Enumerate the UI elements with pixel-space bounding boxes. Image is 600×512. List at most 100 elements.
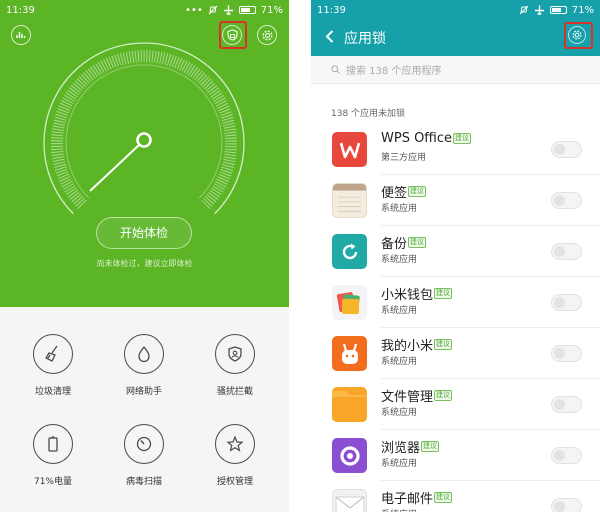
search-icon [331, 65, 340, 74]
status-time: 11:39 [317, 4, 346, 16]
list-item[interactable]: 电子邮件建议 系统应用 [311, 481, 600, 512]
airplane-icon [223, 5, 233, 15]
app-name: 我的小米 [381, 339, 434, 354]
recommend-badge: 建议 [421, 441, 440, 452]
browser-icon [332, 438, 367, 473]
app-name: WPS Office [381, 131, 453, 146]
tile-permission-manage[interactable]: 授权管理 [190, 424, 280, 487]
wallet-icon [332, 285, 367, 320]
drop-icon [124, 334, 164, 374]
tile-harassment-block[interactable]: 骚扰拦截 [190, 334, 280, 397]
broom-icon [33, 334, 73, 374]
app-name: 电子邮件 [381, 492, 434, 507]
list-item[interactable]: 浏览器 建议 系统应用 [311, 430, 600, 481]
list-item[interactable]: 便签 建议 系统应用 [311, 175, 600, 226]
app-type: 系统应用 [381, 408, 418, 418]
settings-icon[interactable] [257, 25, 277, 45]
check-hint: 尚未体检过，建议立即体检 [96, 259, 193, 268]
recommend-badge: 建议 [434, 492, 453, 503]
app-name: 小米钱包 [381, 288, 434, 303]
recommend-badge: 建议 [408, 237, 427, 248]
app-name: 浏览器 [381, 441, 421, 456]
tile-label: 骚扰拦截 [216, 387, 253, 397]
lock-toggle[interactable] [551, 294, 582, 311]
silent-icon [519, 5, 529, 15]
mail-icon [332, 489, 367, 512]
tile-label: 垃圾清理 [34, 387, 71, 397]
recommend-badge: 建议 [434, 339, 453, 350]
lock-toggle[interactable] [551, 141, 582, 158]
lock-toggle[interactable] [551, 498, 582, 512]
recommend-badge: 建议 [434, 288, 453, 299]
notes-icon [332, 183, 367, 218]
battery-icon [238, 6, 256, 14]
tile-junk-clean[interactable]: 垃圾清理 [8, 334, 98, 397]
recommend-badge: 建议 [434, 390, 453, 401]
tile-label: 病毒扫描 [125, 477, 162, 487]
list-item[interactable]: WPS Office 建议 第三方应用 [311, 124, 600, 175]
app-name-row: 备份 建议 [381, 233, 427, 252]
app-type: 系统应用 [381, 255, 418, 265]
tile-virus-scan[interactable]: 病毒扫描 [99, 424, 189, 487]
app-type: 系统应用 [381, 357, 418, 367]
back-arrow-icon[interactable] [325, 30, 334, 43]
list-item[interactable]: 文件管理 建议 系统应用 [311, 379, 600, 430]
airplane-icon [534, 5, 544, 15]
battery-icon [33, 424, 73, 464]
app-type: 系统应用 [381, 507, 417, 512]
app-name: 备份 [381, 237, 408, 252]
app-name: 便签 [381, 186, 408, 201]
tile-label: 网络助手 [125, 387, 162, 397]
battery-percent: 71% [571, 4, 594, 16]
lock-toggle[interactable] [551, 345, 582, 362]
search-input[interactable]: 搜索 138 个应用程序 [311, 56, 600, 84]
tile-label: 71%电量 [33, 477, 72, 487]
recommend-badge: 建议 [408, 186, 427, 197]
list-item[interactable]: 小米钱包 建议 系统应用 [311, 277, 600, 328]
security-center-screen: 11:39 ••• 71% 开始体检 尚未体检过，建议立即体检 垃圾清理 网络助… [0, 0, 289, 512]
search-placeholder: 搜索 138 个应用程序 [346, 66, 442, 77]
gauge-icon [124, 424, 164, 464]
app-type: 系统应用 [381, 459, 418, 469]
star-icon [215, 424, 255, 464]
start-check-button[interactable]: 开始体检 [96, 217, 192, 249]
lock-toggle[interactable] [551, 192, 582, 209]
tile-label: 授权管理 [216, 477, 253, 487]
folder-icon [332, 387, 367, 422]
battery-percent: 71% [260, 4, 283, 16]
wps-icon [332, 132, 367, 167]
status-time: 11:39 [6, 4, 35, 16]
status-bar: 11:39 71% [311, 0, 600, 20]
highlight-box [564, 22, 593, 49]
list-item[interactable]: 我的小米 建议 系统应用 [311, 328, 600, 379]
mi-bunny-icon [332, 336, 367, 371]
app-lock-screen: 11:39 71% 应用锁 搜索 138 个应用程序 138 个应用未加锁 WP… [311, 0, 600, 512]
app-name-row: 便签 建议 [381, 182, 427, 201]
lock-toggle[interactable] [551, 396, 582, 413]
section-title: 138 个应用未加锁 [331, 109, 406, 119]
app-name-row: 文件管理 建议 [381, 386, 453, 405]
page-title: 应用锁 [344, 31, 386, 47]
app-name-row: 我的小米 建议 [381, 335, 453, 354]
app-name: 文件管理 [381, 390, 434, 405]
app-type: 系统应用 [381, 306, 418, 316]
app-type: 第三方应用 [381, 153, 427, 163]
tile-network-assistant[interactable]: 网络助手 [99, 334, 189, 397]
app-name-row: WPS Office 建议 [381, 131, 472, 146]
list-item[interactable]: 备份 建议 系统应用 [311, 226, 600, 277]
status-icons: ••• 71% [185, 5, 283, 16]
lock-toggle[interactable] [551, 243, 582, 260]
app-lock-header: 11:39 71% 应用锁 [311, 0, 600, 56]
status-bar: 11:39 ••• 71% [0, 0, 289, 20]
app-name-row: 电子邮件 建议 [381, 488, 453, 507]
battery-icon [549, 6, 567, 14]
lock-toggle[interactable] [551, 447, 582, 464]
tile-battery[interactable]: 71%电量 [8, 424, 98, 487]
score-gauge [43, 42, 245, 215]
recommend-badge: 建议 [453, 133, 472, 144]
shield-user-icon [215, 334, 255, 374]
more-dots-icon: ••• [185, 4, 203, 16]
stats-icon[interactable] [11, 25, 31, 45]
backup-icon [332, 234, 367, 269]
app-name-row: 小米钱包 建议 [381, 284, 453, 303]
